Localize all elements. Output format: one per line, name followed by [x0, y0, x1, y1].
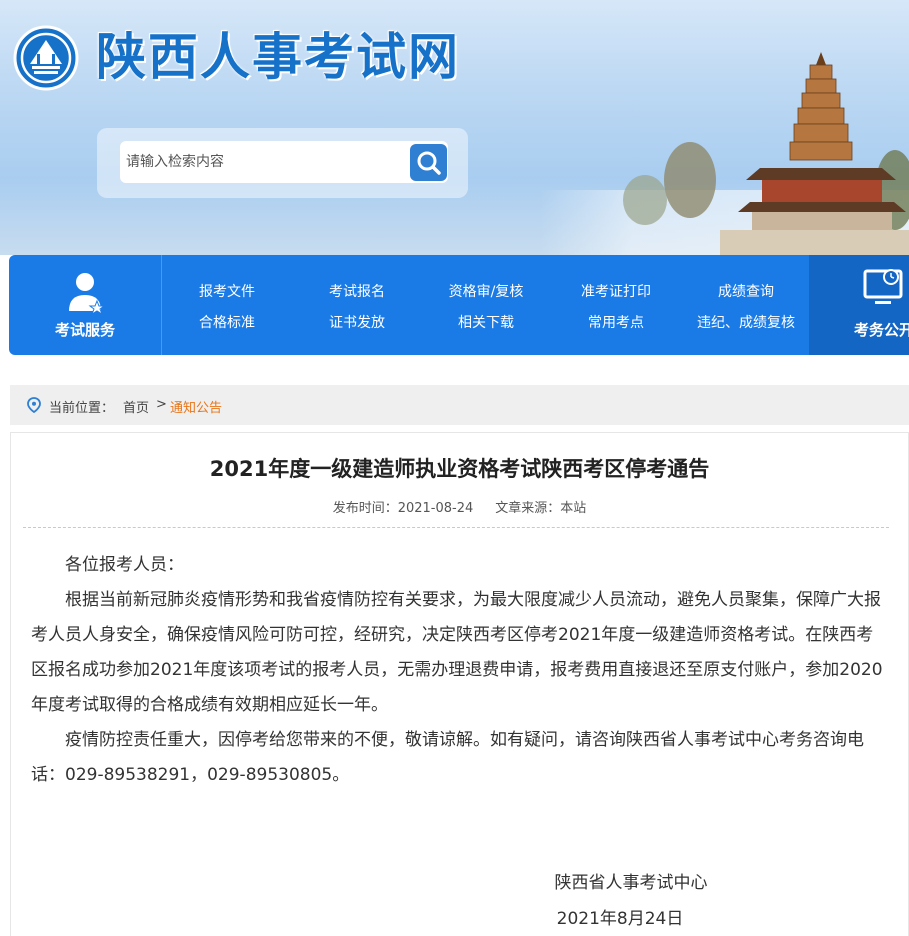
monitor-clock-icon: [863, 269, 903, 304]
nav-link-registration[interactable]: 考试报名: [292, 281, 422, 301]
nav-link-pass-standard[interactable]: 合格标准: [162, 312, 292, 332]
article-body: 各位报考人员： 根据当前新冠肺炎疫情形势和我省疫情防控有关要求，为最大限度减少人…: [31, 548, 889, 793]
body-paragraph: 根据当前新冠肺炎疫情形势和我省疫情防控有关要求，为最大限度减少人员流动，避免人员…: [31, 590, 883, 715]
breadcrumb-current-link[interactable]: 通知公告: [170, 397, 222, 416]
location-pin-icon: [27, 397, 41, 413]
breadcrumb-home-link[interactable]: 首页: [123, 397, 149, 416]
exam-affairs-tab[interactable]: 考务公开: [809, 255, 909, 355]
article-panel: 2021年度一级建造师执业资格考试陕西考区停考通告 发布时间：2021-08-2…: [10, 432, 909, 936]
pagoda-scene-image: [540, 52, 909, 255]
salutation: 各位报考人员：: [65, 555, 184, 575]
nav-link-score-review[interactable]: 违纪、成绩复核: [681, 312, 811, 332]
site-logo-icon[interactable]: [12, 24, 80, 92]
nav-link-qualification-review[interactable]: 资格审/复核: [421, 281, 551, 301]
nav-link-baokao-files[interactable]: 报考文件: [162, 281, 292, 301]
user-badge-icon: [69, 273, 106, 316]
signature-date: 2021年8月24日: [556, 909, 684, 929]
site-header: 陕西人事考试网: [0, 0, 909, 255]
nav-link-exam-sites[interactable]: 常用考点: [551, 312, 681, 332]
body-paragraph: 疫情防控责任重大，因停考给您带来的不便，敬请谅解。如有疑问，请咨询陕西省人事考试…: [31, 730, 864, 785]
search-button[interactable]: [410, 144, 447, 181]
nav-link-certificate[interactable]: 证书发放: [292, 312, 422, 332]
signature: 陕西省人事考试中心: [554, 873, 708, 893]
site-title[interactable]: 陕西人事考试网: [96, 22, 460, 92]
divider: [23, 527, 889, 528]
breadcrumb-separator: >: [156, 397, 167, 412]
nav-links: 报考文件 合格标准 考试报名 证书发放 资格审/复核 相关下载 准考证打印 常用…: [162, 255, 810, 355]
article-title: 2021年度一级建造师执业资格考试陕西考区停考通告: [209, 457, 710, 481]
breadcrumb-prefix: 当前位置：: [49, 401, 115, 416]
main-nav: 考试服务 报考文件 合格标准 考试报名 证书发放 资格审/复核 相关下载 准考证…: [9, 255, 909, 355]
exam-service-label: 考试服务: [54, 321, 115, 339]
breadcrumb: 当前位置： 首页 > 通知公告: [10, 385, 909, 425]
article-source: 文章来源：本站: [495, 501, 587, 516]
exam-service-tab[interactable]: 考试服务: [9, 255, 162, 355]
nav-link-downloads[interactable]: 相关下载: [421, 312, 551, 332]
nav-link-score-query[interactable]: 成绩查询: [681, 281, 811, 301]
search-input[interactable]: [122, 143, 410, 181]
article-meta: 发布时间：2021-08-24 文章来源：本站: [11, 497, 908, 516]
nav-link-admission-ticket[interactable]: 准考证打印: [551, 281, 681, 301]
exam-affairs-label: 考务公开: [854, 321, 909, 339]
search-icon: [417, 151, 441, 175]
publish-time: 发布时间：2021-08-24: [332, 501, 474, 516]
